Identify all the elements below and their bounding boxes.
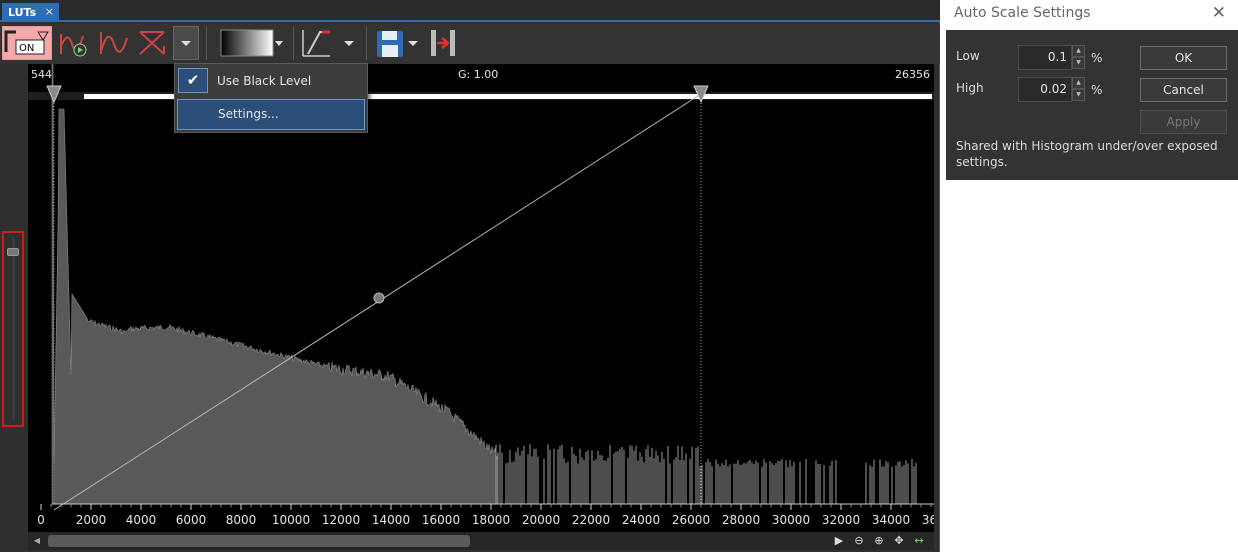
x-tick-label: 14000 [372,513,410,527]
options-dropdown-menu: ✔ Use Black Level Settings... [174,63,368,133]
curve-button[interactable] [98,26,130,60]
save-button[interactable] [374,26,422,60]
x-tick-label: 10000 [272,513,310,527]
shared-settings-note: Shared with Histogram under/over exposed… [956,139,1218,169]
vertical-slider-track [12,237,15,421]
low-label: Low [956,49,980,63]
luts-panel: LUTs × ON 0 2000 4000 6000 8000 10000 12… [0,0,940,552]
chevron-down-icon [181,41,191,46]
scroll-right-icon[interactable]: ▶ [830,532,848,550]
tab-luts[interactable]: LUTs × [2,3,59,22]
lut-on-button[interactable]: ON [2,26,52,60]
high-spinner[interactable]: ▲ ▼ [1072,77,1085,102]
x-tick-label: 32000 [822,513,860,527]
zoom-out-icon[interactable]: ⊖ [850,532,868,550]
gradient-icon [220,29,283,57]
max-label: 26356 [895,68,930,81]
menu-item-use-black-level[interactable]: Use Black Level [177,66,365,97]
gamma-handle[interactable] [373,292,385,304]
toolbar-divider [366,26,367,60]
auto-scale-button[interactable] [58,26,90,60]
cancel-button[interactable]: Cancel [1140,78,1227,102]
x-tick-label: 36000 [922,513,934,527]
toolbar-divider [293,26,294,60]
line-type-button[interactable] [300,26,360,60]
x-tick-label: 12000 [322,513,360,527]
curve-icon [100,32,128,54]
spin-down-icon[interactable]: ▼ [1072,89,1085,101]
tab-bar: LUTs × [0,0,940,22]
lut-on-icon: ON [2,26,52,60]
auto-scale-dialog: Auto Scale Settings ✕ Low 0.1 ▲ ▼ % High … [946,0,1238,180]
export-icon [431,30,455,56]
min-label: 544 [31,68,52,81]
vertical-slider[interactable] [2,231,24,427]
zoom-in-icon[interactable]: ⊕ [870,532,888,550]
x-tick-label: 34000 [872,513,910,527]
svg-text:ON: ON [19,43,34,54]
gradient-button[interactable] [220,26,286,60]
spin-up-icon[interactable]: ▲ [1072,45,1085,57]
spin-down-icon[interactable]: ▼ [1072,57,1085,69]
fit-width-icon[interactable]: ↔ [910,532,928,550]
toolbar: ON [0,24,940,64]
x-tick-label: 30000 [772,513,810,527]
menu-item-settings[interactable]: Settings... [177,99,365,130]
options-dropdown-button[interactable] [173,26,199,60]
x-tick-label: 26000 [672,513,710,527]
x-tick-label: 0 [37,513,45,527]
high-field[interactable]: 0.02 [1018,77,1072,102]
horizontal-scroll-thumb[interactable] [48,535,470,547]
apply-button[interactable]: Apply [1140,110,1227,134]
close-icon[interactable]: × [45,5,54,18]
spin-up-icon[interactable]: ▲ [1072,77,1085,89]
x-tick-label: 20000 [522,513,560,527]
save-icon [377,31,418,57]
close-icon[interactable]: ✕ [1212,3,1226,23]
low-spinner[interactable]: ▲ ▼ [1072,45,1085,70]
histogram-canvas: 0 2000 4000 6000 8000 10000 12000 14000 16000 180… [28,64,934,527]
x-tick-label: 16000 [422,513,460,527]
high-label: High [956,81,984,95]
fit-icon[interactable]: ✥ [890,532,908,550]
tab-label: LUTs [8,6,37,19]
x-tick-label: 22000 [572,513,610,527]
ok-button[interactable]: OK [1140,46,1227,70]
histogram-graph[interactable]: 0 2000 4000 6000 8000 10000 12000 14000 16000 180… [28,64,934,532]
high-percent: % [1091,83,1103,97]
scroll-left-icon[interactable]: ◀ [28,534,46,548]
dialog-titlebar: Auto Scale Settings ✕ [946,0,1238,30]
toolbar-divider [206,26,207,60]
reset-icon [139,31,165,55]
x-tick-label: 8000 [226,513,257,527]
low-field[interactable]: 0.1 [1018,45,1072,70]
gamma-label: G: 1.00 [458,68,498,81]
auto-scale-icon [60,34,87,57]
export-button[interactable] [428,26,460,60]
x-tick-label: 24000 [622,513,660,527]
x-tick-label: 2000 [76,513,107,527]
x-tick-label: 4000 [126,513,157,527]
low-percent: % [1091,51,1103,65]
horizontal-scrollbar[interactable]: ◀ ▶ ⊖ ⊕ ✥ ↔ [28,532,934,550]
vertical-slider-thumb[interactable] [7,248,19,256]
x-tick-label: 18000 [472,513,510,527]
x-tick-label: 28000 [722,513,760,527]
line-icon [302,30,354,57]
reset-button[interactable] [136,26,168,60]
dialog-title: Auto Scale Settings [954,5,1091,21]
x-tick-label: 6000 [176,513,207,527]
